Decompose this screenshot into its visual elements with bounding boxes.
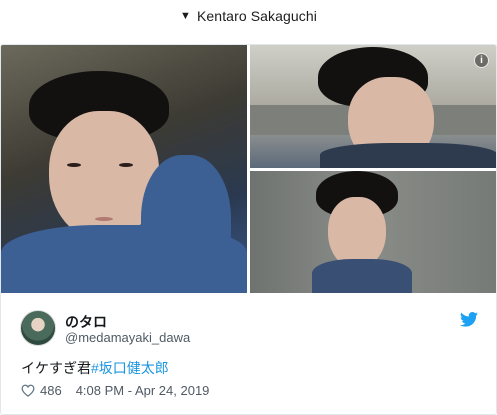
- photo-jacket: [320, 143, 496, 168]
- photo-collar: [141, 155, 231, 293]
- media-grid: i: [1, 45, 496, 293]
- avatar[interactable]: [20, 310, 56, 346]
- tweet-card[interactable]: i のタロ @medamayaki_dawa イケすぎ君#坂口健太郎 486 4…: [0, 44, 497, 415]
- tweet-body: のタロ @medamayaki_dawa イケすぎ君#坂口健太郎 486 4:0…: [1, 293, 496, 414]
- photo-main[interactable]: [1, 45, 247, 293]
- like-count[interactable]: 486: [40, 383, 62, 398]
- info-icon[interactable]: i: [474, 53, 489, 68]
- hashtag-link[interactable]: #坂口健太郎: [91, 360, 169, 376]
- photo-lips: [95, 217, 113, 221]
- user-handle[interactable]: @medamayaki_dawa: [65, 330, 190, 345]
- photo-eye: [119, 163, 133, 167]
- page-header: ▼ Kentaro Sakaguchi: [0, 0, 497, 32]
- display-name[interactable]: のタロ: [65, 312, 107, 332]
- timestamp-link[interactable]: 4:08 PM - Apr 24, 2019: [76, 383, 210, 398]
- collapse-triangle-icon[interactable]: ▼: [180, 10, 191, 22]
- heart-icon[interactable]: [21, 384, 35, 397]
- tweet-meta: 486 4:08 PM - Apr 24, 2019: [21, 383, 209, 398]
- photo-bottom-right[interactable]: [250, 171, 496, 293]
- tweet-text: イケすぎ君#坂口健太郎: [21, 358, 169, 378]
- twitter-bird-icon[interactable]: [460, 312, 478, 327]
- header-title: Kentaro Sakaguchi: [196, 8, 317, 24]
- photo-eye: [67, 163, 81, 167]
- tweet-text-body: イケすぎ君: [21, 360, 91, 376]
- photo-jacket: [312, 259, 412, 293]
- photo-top-right[interactable]: i: [250, 45, 496, 168]
